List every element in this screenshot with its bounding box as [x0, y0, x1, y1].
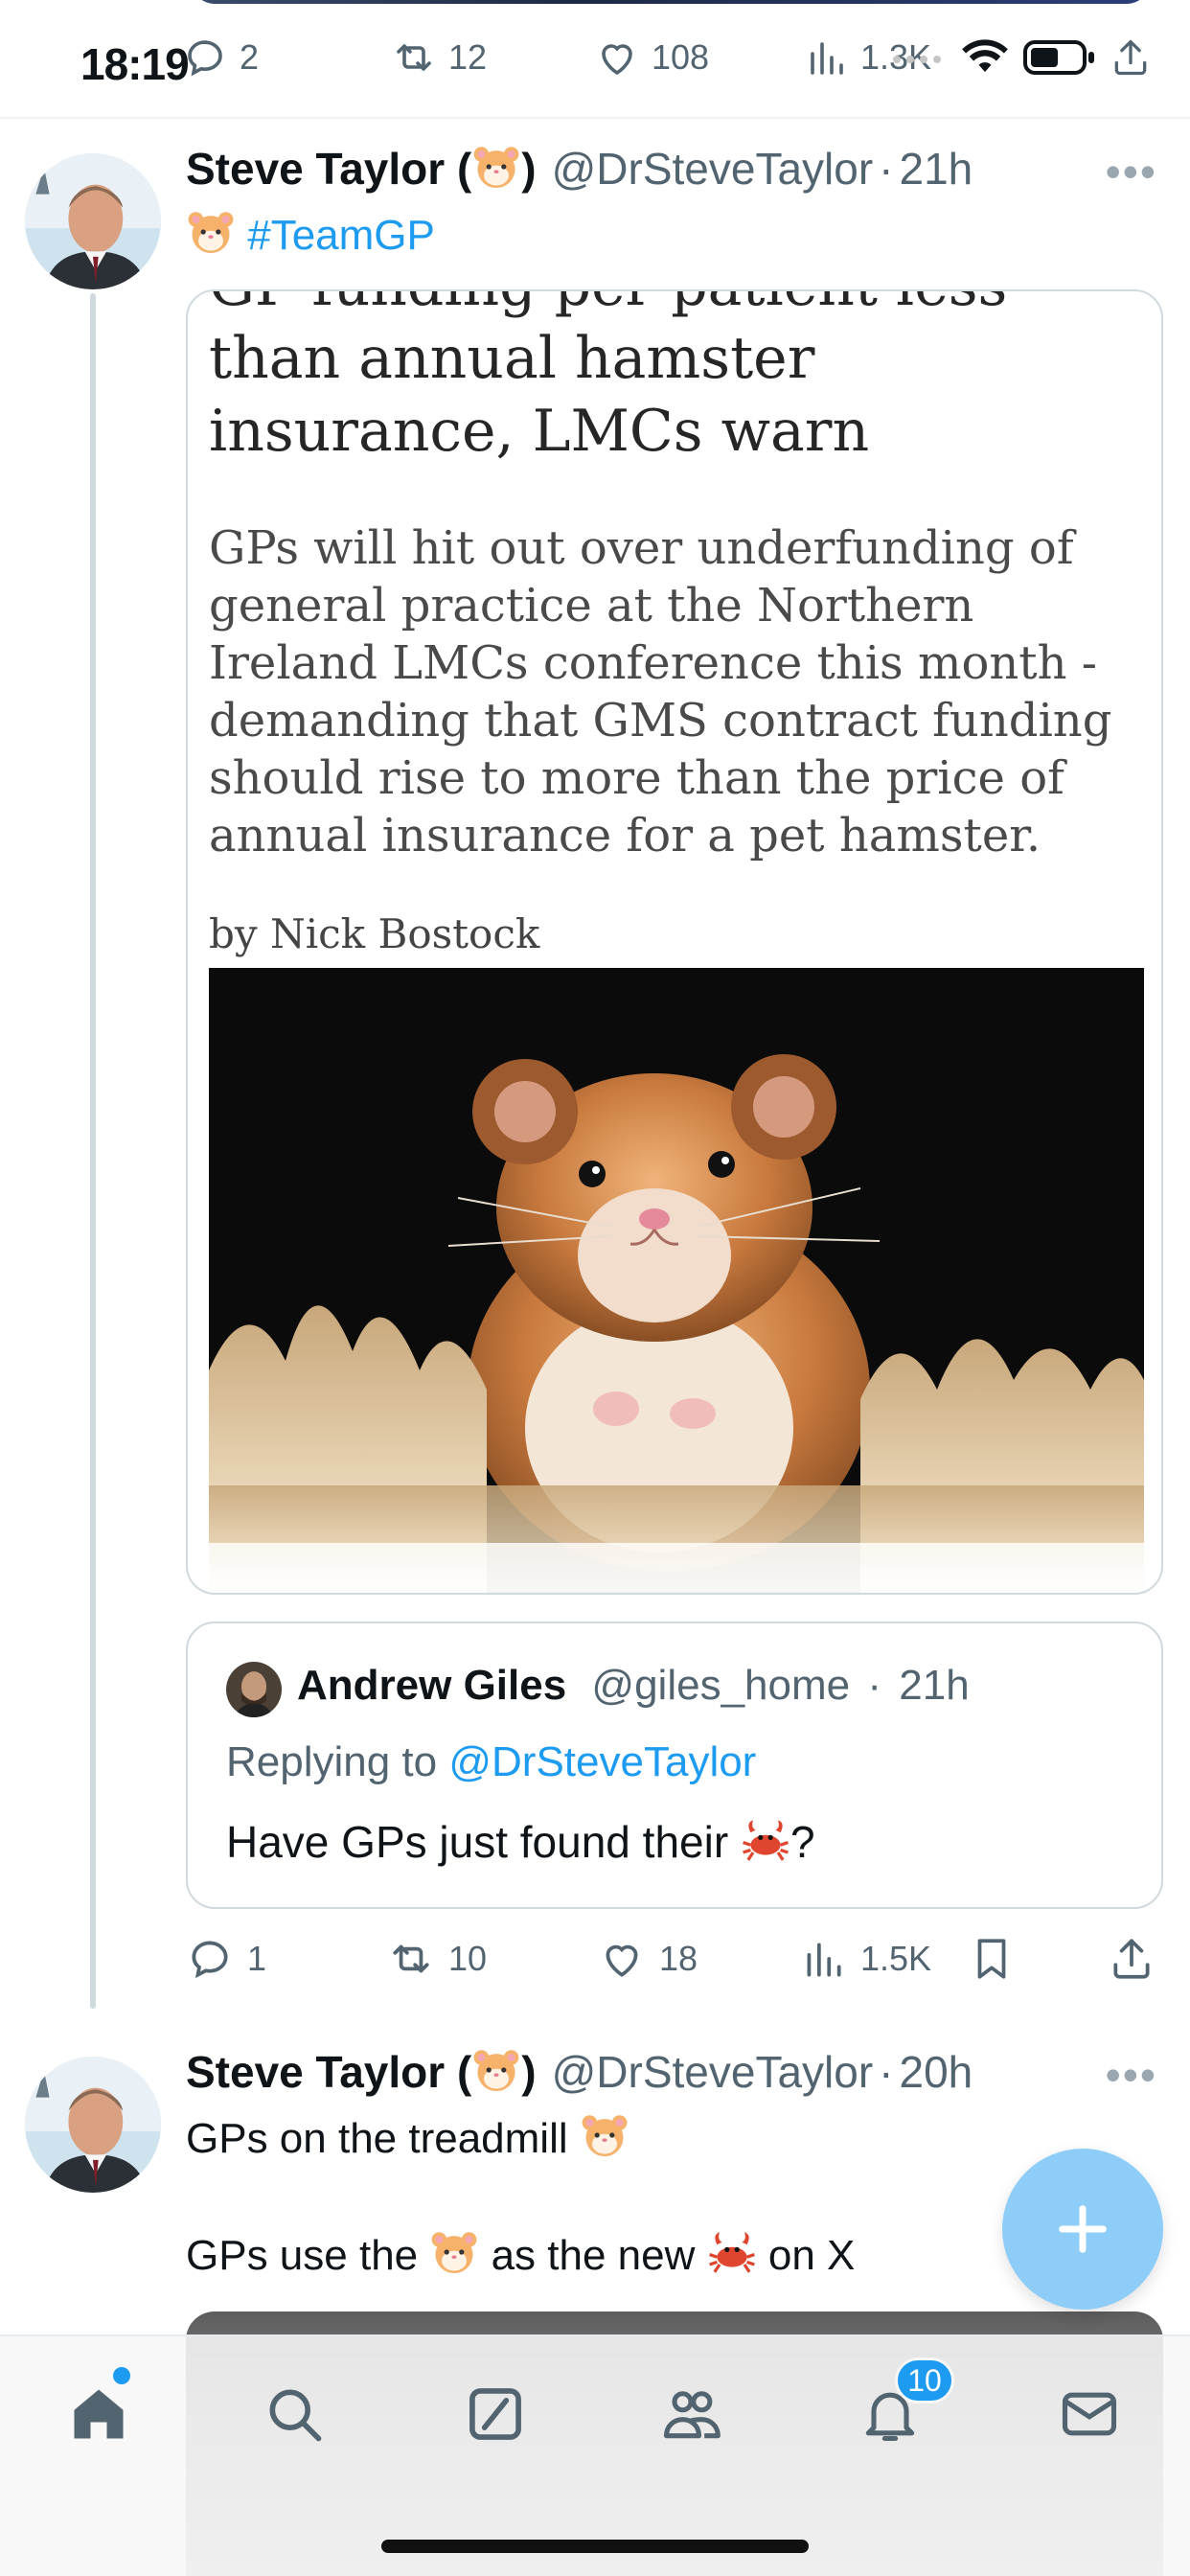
home-icon	[74, 2389, 124, 2439]
avatar-steve-taylor[interactable]	[25, 2057, 161, 2193]
plus-icon	[1059, 2205, 1107, 2253]
tweet2-more-icon[interactable]: •••	[1106, 2049, 1157, 2101]
article-headline-line3: insurance, LMCs warn	[209, 398, 870, 465]
tweet1-more-icon[interactable]: •••	[1106, 146, 1157, 197]
heart-icon	[602, 44, 632, 76]
reply-icon	[192, 1941, 228, 1979]
prev-retweet-button[interactable]: 12	[391, 29, 487, 86]
like-count: 18	[659, 1939, 698, 1978]
messages-icon	[1062, 2392, 1117, 2436]
views-count: 1.5K	[860, 1939, 932, 1978]
views-icon	[811, 42, 843, 75]
crab-emoji-icon	[707, 2227, 757, 2277]
quoted-handle[interactable]: @giles_home	[591, 1662, 850, 1709]
nav-home[interactable]	[56, 2371, 142, 2457]
reply-count: 1	[247, 1939, 267, 1978]
status-indicators	[889, 36, 1152, 79]
grok-icon	[469, 2388, 521, 2440]
replying-to-handle[interactable]: @DrSteveTaylor	[448, 1738, 756, 1785]
home-unread-dot	[113, 2367, 130, 2384]
tweet2-separator: ·	[879, 2047, 894, 2097]
article-byline: by Nick Bostock	[209, 910, 540, 957]
replying-to-label: Replying to	[226, 1738, 449, 1785]
tweet2-header: Steve Taylor () @DrSteveTaylor · 20h	[186, 2045, 973, 2103]
nav-messages[interactable]	[1046, 2371, 1133, 2457]
share-icon	[1113, 1939, 1150, 1979]
wifi-icon	[962, 39, 1008, 73]
hamster-emoji-icon	[186, 207, 236, 257]
retweet-button[interactable]: 10	[387, 1930, 487, 1988]
bottom-navigation: 10	[0, 2334, 1190, 2576]
nav-search[interactable]	[251, 2371, 337, 2457]
quoted-separator: ·	[867, 1662, 882, 1709]
views-button[interactable]: 1.5K	[799, 1930, 931, 1988]
tweet1-actions: 1 10 18 1.5K	[186, 1930, 1173, 1988]
tweet1-handle[interactable]: @DrSteveTaylor	[552, 143, 874, 195]
tweet1-time[interactable]: 21h	[900, 143, 973, 195]
tweet2-time[interactable]: 20h	[900, 2046, 973, 2098]
quoted-reply-header: Andrew Giles @giles_home · 21h	[297, 1662, 970, 1710]
quoted-reply-card[interactable]: Andrew Giles @giles_home · 21h Replying …	[186, 1622, 1163, 1909]
home-indicator-bar	[381, 2540, 809, 2553]
article-headline: GP funding per patient less than annual …	[209, 291, 1148, 468]
search-icon	[269, 2389, 322, 2442]
previous-media-edge	[192, 0, 1150, 4]
quoted-time: 21h	[899, 1662, 970, 1709]
quoted-text: Have GPs just found their ?	[226, 1815, 815, 1867]
tweet2-text-line1: GPs on the treadmill	[186, 2110, 629, 2168]
tweet1-header: Steve Taylor () @DrSteveTaylor · 21h	[186, 142, 973, 199]
quoted-display-name[interactable]: Andrew Giles	[297, 1662, 566, 1709]
communities-icon	[663, 2391, 721, 2439]
status-time: 18:19	[80, 39, 190, 89]
article-headline-line2: than annual hamster	[209, 325, 815, 392]
crab-emoji-icon	[741, 1815, 790, 1865]
tweet1-display-name[interactable]: Steve Taylor ()	[186, 142, 537, 195]
nav-grok[interactable]	[452, 2371, 538, 2457]
reply-button[interactable]: 1	[186, 1930, 266, 1988]
tweet1-separator: ·	[879, 144, 894, 194]
focus-moon-icon	[210, 44, 230, 73]
like-button[interactable]: 18	[598, 1930, 698, 1988]
replying-to-line: Replying to @DrSteveTaylor	[226, 1738, 756, 1786]
hamster-emoji-icon	[429, 2227, 479, 2277]
avatar-andrew-giles[interactable]	[226, 1662, 282, 1717]
bookmark-button[interactable]	[968, 1930, 1016, 1988]
article-card[interactable]: GP funding per patient less than annual …	[186, 289, 1163, 1595]
compose-post-button[interactable]	[1002, 2149, 1163, 2310]
prev-retweet-count: 12	[448, 37, 488, 77]
avatar-steve-taylor[interactable]	[25, 153, 161, 289]
tweet1-text: #TeamGP	[186, 207, 435, 264]
retweet-icon	[397, 44, 431, 71]
article-headline-line1: GP funding per patient less	[209, 291, 1148, 322]
retweet-icon	[393, 1944, 429, 1973]
views-icon	[807, 1943, 841, 1977]
prev-like-count: 108	[652, 37, 710, 77]
share-icon[interactable]	[1110, 36, 1152, 79]
signal-dots-icon	[893, 56, 941, 63]
article-standfirst: GPs will hit out over underfunding of ge…	[209, 521, 1112, 862]
hamster-emoji-icon	[471, 2045, 521, 2095]
tweet2-text-line2: GPs use the as the new on X	[186, 2227, 855, 2285]
retweet-count: 10	[448, 1939, 488, 1978]
heart-icon	[606, 1944, 638, 1977]
prev-reply-count: 2	[240, 37, 260, 77]
battery-icon	[1023, 40, 1094, 75]
top-status-bar: 2 12 108 1.3K 18:19	[0, 0, 1190, 119]
prev-like-button[interactable]: 108	[594, 29, 709, 86]
hamster-photo	[209, 968, 1144, 1593]
hashtag-teamgp[interactable]: #TeamGP	[247, 212, 435, 259]
bookmark-icon	[977, 1939, 1006, 1979]
nav-communities[interactable]	[648, 2371, 734, 2457]
hamster-emoji-icon	[471, 142, 521, 192]
tweet2-display-name[interactable]: Steve Taylor ()	[186, 2045, 537, 2098]
tweet2-handle[interactable]: @DrSteveTaylor	[552, 2046, 874, 2098]
share-button[interactable]	[1108, 1930, 1156, 1988]
hamster-emoji-icon	[580, 2110, 629, 2160]
notifications-badge: 10	[895, 2358, 954, 2404]
thread-connector-line	[90, 293, 96, 2009]
